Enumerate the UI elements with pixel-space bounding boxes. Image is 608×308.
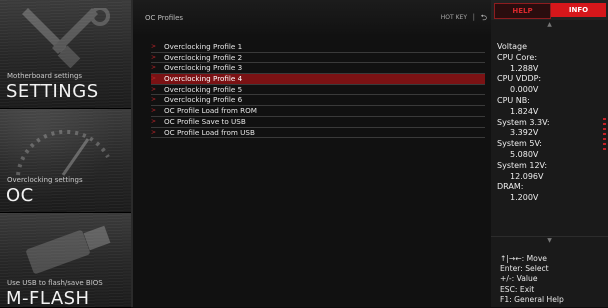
- key-select: Enter: Select: [500, 264, 549, 274]
- chevron-right-icon: >: [151, 64, 157, 72]
- cpu-nb-value: 1.824V: [510, 106, 539, 116]
- menu-item-label: Overclocking Profile 3: [164, 63, 243, 73]
- m-flash-panel[interactable]: Use USB to flash/save BIOS M-FLASH: [0, 213, 131, 308]
- menu-item-overclocking-profile-3[interactable]: > Overclocking Profile 3: [151, 63, 485, 75]
- key-exit: ESC: Exit: [500, 284, 535, 294]
- chevron-right-icon: >: [151, 117, 157, 125]
- main-panel: OC Profiles HOT KEY | ⮌ > Overclocking P…: [133, 0, 491, 307]
- oc-panel[interactable]: Overclocking settings OC: [0, 109, 131, 213]
- chevron-right-icon: >: [151, 75, 157, 83]
- system-12v-label: System 12V:: [497, 160, 548, 170]
- speedometer-icon: [16, 129, 110, 176]
- profile-menu: > Overclocking Profile 1 > Overclocking …: [151, 42, 485, 139]
- scroll-down-icon[interactable]: ▼: [491, 236, 608, 249]
- menu-item-label: OC Profile Load from ROM: [164, 106, 257, 116]
- tab-info[interactable]: INFO: [551, 3, 606, 17]
- menu-item-label: Overclocking Profile 6: [164, 95, 243, 105]
- key-move: ↑|→←: Move: [500, 254, 547, 263]
- menu-item-load-from-rom[interactable]: > OC Profile Load from ROM: [151, 106, 485, 117]
- menu-item-label: OC Profile Load from USB: [164, 127, 255, 137]
- key-value: +/-: Value: [500, 274, 538, 284]
- tab-help[interactable]: HELP: [494, 3, 551, 19]
- oc-subtitle: Overclocking settings: [7, 176, 83, 184]
- main-header: OC Profiles HOT KEY | ⮌: [133, 0, 491, 34]
- page-title: OC Profiles: [145, 14, 184, 22]
- key-help: F1: General Help: [500, 294, 564, 304]
- cpu-core-label: CPU Core:: [497, 52, 538, 62]
- info-panel: HELP INFO ▲ Voltage CPU Core: 1.288V CPU…: [491, 0, 608, 307]
- key-legend: ↑|→←: Move Enter: Select +/-: Value ESC:…: [500, 254, 564, 305]
- cpu-vddp-label: CPU VDDP:: [497, 74, 542, 84]
- system-3v3-label: System 3.3V:: [497, 117, 550, 127]
- menu-item-overclocking-profile-2[interactable]: > Overclocking Profile 2: [151, 53, 485, 64]
- menu-item-label: Overclocking Profile 4: [164, 74, 243, 84]
- menu-item-load-from-usb[interactable]: > OC Profile Load from USB: [151, 128, 485, 139]
- menu-item-overclocking-profile-1[interactable]: > Overclocking Profile 1: [151, 42, 485, 53]
- chevron-right-icon: >: [151, 107, 157, 115]
- wrench-hammer-icon: [22, 8, 110, 68]
- hotkey-label: HOT KEY: [440, 14, 467, 21]
- system-5v-value: 5.080V: [510, 149, 539, 159]
- chevron-right-icon: >: [151, 128, 157, 136]
- usb-flash-icon: [26, 225, 111, 274]
- voltage-readout: Voltage CPU Core: 1.288V CPU VDDP: 0.000…: [497, 42, 601, 204]
- settings-panel[interactable]: Motherboard settings SETTINGS: [0, 0, 131, 109]
- settings-title: SETTINGS: [6, 81, 99, 102]
- chevron-right-icon: >: [151, 53, 157, 61]
- menu-item-label: OC Profile Save to USB: [164, 116, 246, 126]
- cpu-core-value: 1.288V: [510, 63, 539, 73]
- dram-value: 1.200V: [510, 193, 539, 203]
- oc-title: OC: [6, 185, 34, 206]
- menu-item-label: Overclocking Profile 5: [164, 84, 243, 94]
- menu-item-overclocking-profile-5[interactable]: > Overclocking Profile 5: [151, 85, 485, 96]
- cpu-nb-label: CPU NB:: [497, 95, 530, 105]
- back-arrow-icon[interactable]: ⮌: [481, 12, 487, 26]
- m-flash-title: M-FLASH: [6, 288, 90, 308]
- hotkey-separator: |: [472, 13, 475, 21]
- scroll-up-icon[interactable]: ▲: [491, 21, 608, 33]
- menu-item-overclocking-profile-6[interactable]: > Overclocking Profile 6: [151, 95, 485, 107]
- menu-item-save-to-usb[interactable]: > OC Profile Save to USB: [151, 117, 485, 128]
- menu-item-overclocking-profile-4[interactable]: > Overclocking Profile 4: [151, 74, 485, 85]
- chevron-right-icon: >: [151, 96, 157, 104]
- sidebar: Motherboard settings SETTINGS Overclocki…: [0, 0, 131, 308]
- system-12v-value: 12.096V: [510, 171, 544, 181]
- system-5v-label: System 5V:: [497, 139, 542, 149]
- menu-item-label: Overclocking Profile 2: [164, 52, 243, 62]
- dram-label: DRAM:: [497, 182, 524, 192]
- chevron-right-icon: >: [151, 85, 157, 93]
- cpu-vddp-value: 0.000V: [510, 85, 539, 95]
- system-3v3-value: 3.392V: [510, 128, 539, 138]
- voltage-heading: Voltage: [497, 42, 528, 51]
- chevron-right-icon: >: [151, 43, 157, 50]
- settings-subtitle: Motherboard settings: [7, 72, 83, 80]
- menu-item-label: Overclocking Profile 1: [164, 42, 243, 51]
- help-info-tabs: HELP INFO: [491, 0, 608, 20]
- m-flash-subtitle: Use USB to flash/save BIOS: [7, 279, 103, 287]
- scrollbar-marks[interactable]: [603, 118, 606, 152]
